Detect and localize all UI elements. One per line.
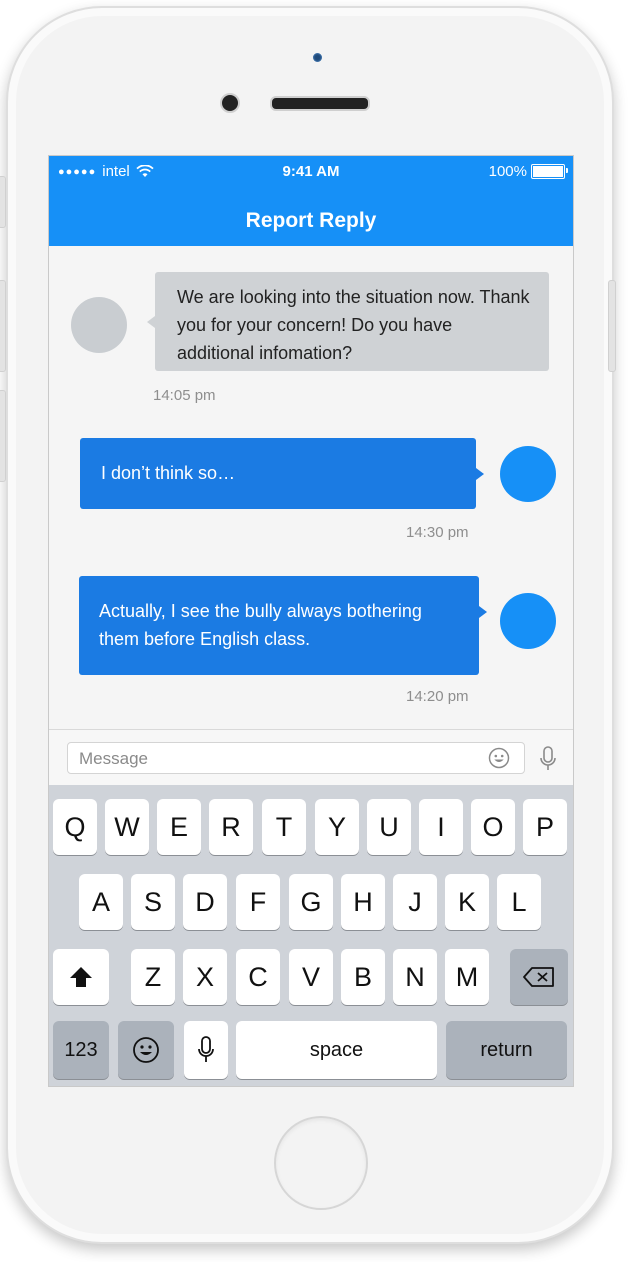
key-h[interactable]: H [341, 874, 385, 930]
key-z[interactable]: Z [131, 949, 175, 1005]
key-d[interactable]: D [183, 874, 227, 930]
key-k[interactable]: K [445, 874, 489, 930]
earpiece-speaker [270, 96, 370, 111]
key-p[interactable]: P [523, 799, 567, 855]
key-y[interactable]: Y [315, 799, 359, 855]
microphone-icon[interactable] [539, 746, 557, 772]
message-input-bar: Message [49, 729, 573, 786]
emoji-face-icon [133, 1037, 159, 1063]
keyboard: Q W E R T Y U I O P A S D F G H J K L Z … [49, 785, 573, 1086]
message-text: We are looking into the situation now. T… [177, 287, 530, 363]
outgoing-message-bubble: I don’t think so… [80, 438, 484, 509]
battery-percent: 100% [488, 163, 527, 180]
key-q[interactable]: Q [53, 799, 97, 855]
key-m[interactable]: M [445, 949, 489, 1005]
shift-arrow-icon [70, 967, 92, 987]
space-key[interactable]: space [236, 1021, 437, 1079]
key-c[interactable]: C [236, 949, 280, 1005]
dictation-mic-icon [198, 1036, 214, 1062]
app-header: ●●●●● intel 9:41 AM 100% Report Reply [49, 156, 573, 246]
power-button [608, 280, 616, 372]
key-v[interactable]: V [289, 949, 333, 1005]
home-button[interactable] [274, 1116, 368, 1210]
volume-down-button [0, 390, 6, 482]
page-title: Report Reply [245, 209, 377, 232]
key-n[interactable]: N [393, 949, 437, 1005]
incoming-message-bubble: We are looking into the situation now. T… [147, 272, 549, 371]
user-avatar [500, 593, 556, 649]
return-key[interactable]: return [446, 1021, 567, 1079]
key-s[interactable]: S [131, 874, 175, 930]
key-r[interactable]: R [209, 799, 253, 855]
message-input[interactable]: Message [67, 742, 525, 774]
shift-key[interactable] [53, 949, 109, 1005]
key-f[interactable]: F [236, 874, 280, 930]
message-placeholder: Message [79, 749, 148, 768]
phone-screen: ●●●●● intel 9:41 AM 100% Report Reply We… [48, 155, 574, 1087]
key-e[interactable]: E [157, 799, 201, 855]
key-w[interactable]: W [105, 799, 149, 855]
key-o[interactable]: O [471, 799, 515, 855]
key-t[interactable]: T [262, 799, 306, 855]
status-right: 100% [488, 163, 568, 180]
dictation-key[interactable] [184, 1021, 228, 1079]
message-text: Actually, I see the bully always botheri… [99, 601, 422, 649]
front-camera [220, 93, 240, 113]
volume-up-button [0, 280, 6, 372]
emoji-key[interactable] [118, 1021, 174, 1079]
camera-dot [313, 53, 322, 62]
key-j[interactable]: J [393, 874, 437, 930]
backspace-key[interactable] [510, 949, 568, 1005]
key-g[interactable]: G [289, 874, 333, 930]
outgoing-message-bubble: Actually, I see the bully always botheri… [79, 576, 487, 675]
battery-icon [531, 164, 568, 179]
key-i[interactable]: I [419, 799, 463, 855]
message-timestamp: 14:20 pm [406, 688, 469, 705]
message-timestamp: 14:05 pm [153, 387, 216, 404]
sender-avatar [71, 297, 127, 353]
key-b[interactable]: B [341, 949, 385, 1005]
emoji-icon[interactable] [488, 747, 510, 769]
key-a[interactable]: A [79, 874, 123, 930]
message-timestamp: 14:30 pm [406, 524, 469, 541]
key-u[interactable]: U [367, 799, 411, 855]
user-avatar [500, 446, 556, 502]
message-text: I don’t think so… [101, 463, 236, 483]
backspace-icon [523, 967, 554, 987]
key-x[interactable]: X [183, 949, 227, 1005]
numbers-key[interactable]: 123 [53, 1021, 109, 1079]
ring-switch [0, 176, 6, 228]
key-l[interactable]: L [497, 874, 541, 930]
